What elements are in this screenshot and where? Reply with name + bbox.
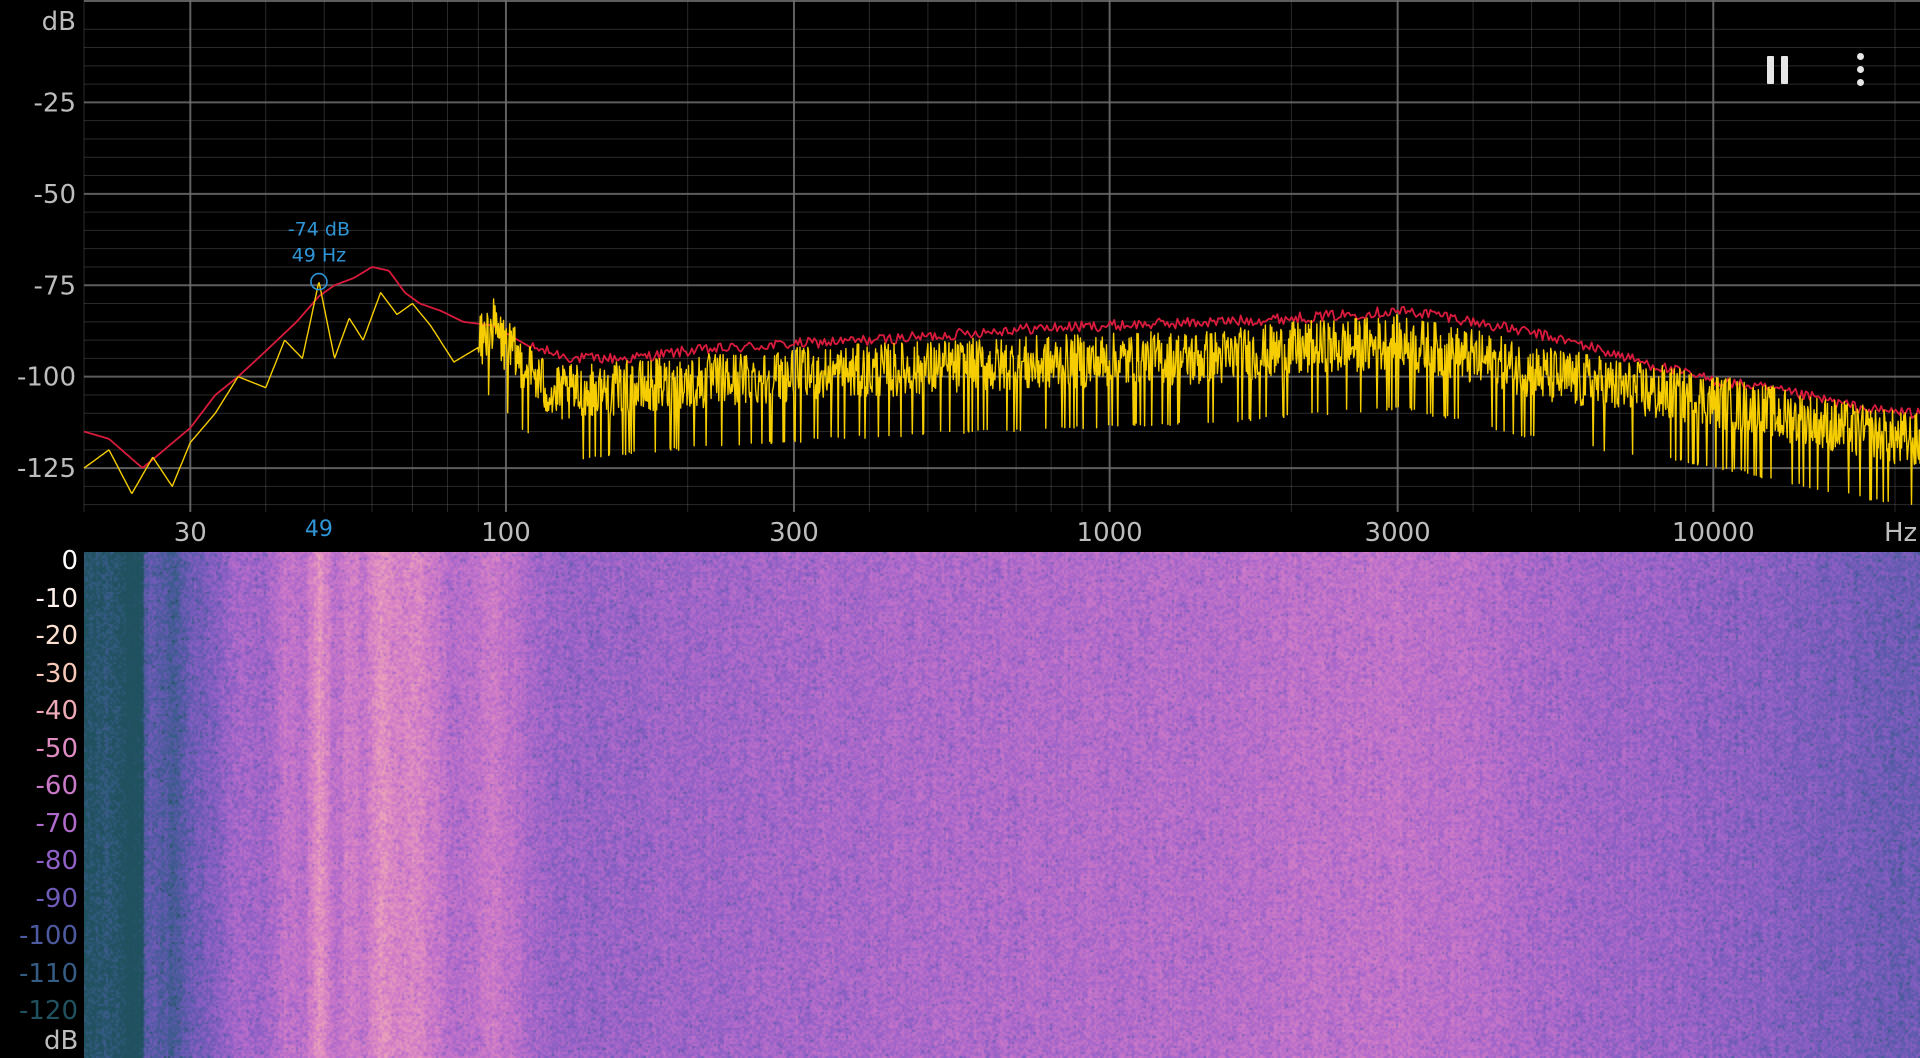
more-options-button[interactable] xyxy=(1838,48,1882,92)
color-scale-label: -40 xyxy=(35,696,78,726)
x-tick-label: 300 xyxy=(769,518,819,548)
y-tick-label: -50 xyxy=(34,180,76,210)
peak-level-label: -74 dB xyxy=(288,219,350,241)
y-tick-label: -25 xyxy=(34,88,76,118)
y-tick-label: -100 xyxy=(17,363,76,393)
x-axis-ticks: 30 100 300 1000 3000 10000 xyxy=(174,518,1755,548)
x-axis-unit-label: Hz xyxy=(1884,518,1917,548)
color-scale-label: 0 xyxy=(61,546,78,576)
color-scale-label: -30 xyxy=(35,658,78,689)
color-scale-label: -120 xyxy=(18,996,78,1026)
x-tick-label: 1000 xyxy=(1077,518,1143,548)
spectrum-chart: -25-50-75-100-125 30 100 300 1000 3000 10000 … xyxy=(17,0,1920,548)
color-scale-label: -90 xyxy=(35,883,78,914)
color-scale-label: -50 xyxy=(35,733,78,764)
x-tick-label: 3000 xyxy=(1365,518,1431,548)
peak-axis-label: 49 xyxy=(305,517,333,542)
spectrogram-color-scale: 0 -10 -20 -30 -40 -50 -60 -70 -80 -90 -100 -110 -120 xyxy=(0,548,84,1058)
color-scale-label: -60 xyxy=(35,771,78,801)
x-tick-label: 100 xyxy=(481,518,531,548)
spectrogram-area xyxy=(84,552,1920,1058)
series-line-spectrum xyxy=(83,282,1920,505)
color-scale-label: -20 xyxy=(35,621,78,651)
y-axis-ticks: -25 -50 -75 -100 -125 xyxy=(17,88,76,484)
color-scale-unit-label: dB xyxy=(44,1026,79,1056)
color-scale-label: -100 xyxy=(18,921,78,951)
grid-minor xyxy=(83,0,1920,512)
peak-frequency-label: 49 Hz xyxy=(292,245,347,267)
color-scale-label: -80 xyxy=(35,846,78,876)
pause-button[interactable] xyxy=(1756,48,1800,92)
color-scale-label: -70 xyxy=(35,808,78,839)
y-tick-label: -125 xyxy=(17,454,76,484)
color-scale-label: -10 xyxy=(35,583,78,614)
y-tick-label: -75 xyxy=(34,271,76,301)
color-scale-label: -110 xyxy=(18,958,78,989)
spectrogram xyxy=(84,552,1920,1058)
grid-major xyxy=(84,0,1920,512)
y-axis-unit-label: dB xyxy=(42,7,76,37)
x-tick-label: 10000 xyxy=(1672,518,1755,548)
x-tick-label: 30 xyxy=(174,518,207,548)
